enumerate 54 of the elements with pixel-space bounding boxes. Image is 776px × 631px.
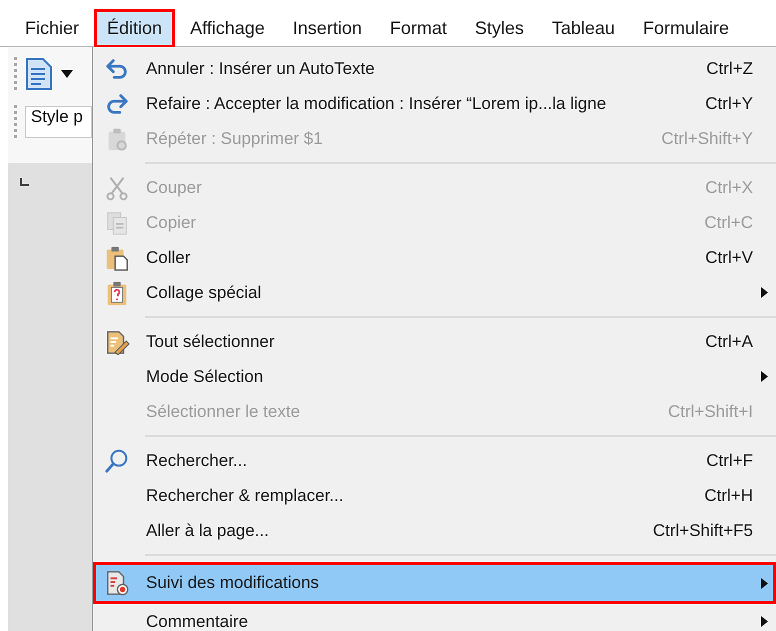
caret-icon[interactable] — [61, 70, 73, 78]
shortcut-label: Ctrl+Shift+Y — [661, 128, 753, 148]
menu-bar-item[interactable]: Format — [376, 8, 460, 48]
menu-item-label: Mode Sélection — [146, 366, 264, 386]
menu-bar-item[interactable]: Insertion — [280, 8, 375, 48]
menu-bar-item[interactable]: Affichage — [177, 8, 278, 48]
menu-item-label: Aller à la page... — [146, 520, 269, 540]
search-icon — [104, 448, 130, 474]
menu-item-label: Coller — [146, 248, 190, 268]
menu-bar-item[interactable]: Styles — [462, 8, 537, 48]
menu-item-label: Refaire : Accepter la modification : Insérer “Lorem ip...la ligne — [146, 94, 606, 114]
menu-item-label: Couper — [146, 178, 202, 198]
document-icon[interactable] — [25, 57, 53, 91]
paragraph-style-field[interactable]: Style p — [24, 106, 92, 138]
menu-item[interactable]: Commentaire — [93, 604, 776, 631]
menu-item[interactable]: Tout sélectionner Ctrl+A — [93, 324, 776, 359]
menu-item[interactable]: Rechercher & remplacer... Ctrl+H — [93, 478, 776, 513]
shortcut-label: Ctrl+H — [704, 486, 753, 506]
paste-icon — [104, 244, 130, 270]
menu-item-label: Rechercher... — [146, 450, 248, 470]
shortcut-label: Ctrl+V — [705, 248, 753, 268]
menu-item[interactable]: Suivi des modifications — [93, 562, 776, 604]
menu-item-label: Rechercher & remplacer... — [146, 486, 344, 506]
shortcut-label: Ctrl+Y — [705, 94, 753, 114]
menu-item-label: Commentaire — [146, 612, 248, 631]
shortcut-label: Ctrl+Z — [706, 58, 753, 78]
menu-item[interactable]: Refaire : Accepter la modification : Insérer “Lorem ip...la ligne Ctrl+Y — [93, 86, 776, 121]
menu-item[interactable]: Rechercher... Ctrl+F — [93, 443, 776, 478]
menu-bar-item[interactable]: Formulaire — [630, 8, 742, 48]
menu-item[interactable]: Mode Sélection — [93, 359, 776, 394]
menu-bar-item[interactable]: Fichier — [12, 8, 92, 48]
menu-bar-item[interactable]: Tableau — [538, 8, 628, 48]
shortcut-label: Ctrl+X — [705, 178, 753, 198]
menu-item-label: Tout sélectionner — [146, 332, 275, 352]
shortcut-label: Ctrl+A — [705, 332, 753, 352]
document-pencil-icon — [104, 328, 130, 354]
menu-item-label: Annuler : Insérer un AutoTexte — [146, 58, 375, 78]
menu-item[interactable]: Coller Ctrl+V — [93, 240, 776, 275]
menu-item-label: Collage spécial — [146, 282, 262, 302]
menu-item[interactable]: Annuler : Insérer un AutoTexte Ctrl+Z — [93, 51, 776, 86]
shortcut-label: Ctrl+C — [704, 212, 753, 232]
menu-item-label: Copier — [146, 212, 196, 232]
track-changes-icon — [104, 570, 130, 596]
menu-item[interactable]: Aller à la page... Ctrl+Shift+F5 — [93, 513, 776, 548]
shortcut-label: Ctrl+F — [706, 450, 753, 470]
menu-item-label: Sélectionner le texte — [146, 402, 300, 422]
menu-item[interactable]: Collage spécial — [93, 275, 776, 310]
menu-item-label: Suivi des modifications — [146, 573, 319, 593]
shortcut-label: Ctrl+Shift+F5 — [652, 520, 753, 540]
shortcut-label: Ctrl+Shift+I — [668, 402, 753, 422]
menu-item-label: Répéter : Supprimer $1 — [146, 128, 323, 148]
menu-bar-item[interactable]: Édition — [94, 8, 176, 48]
scissors-icon — [104, 174, 130, 200]
tab-stop-icon[interactable] — [20, 177, 30, 187]
